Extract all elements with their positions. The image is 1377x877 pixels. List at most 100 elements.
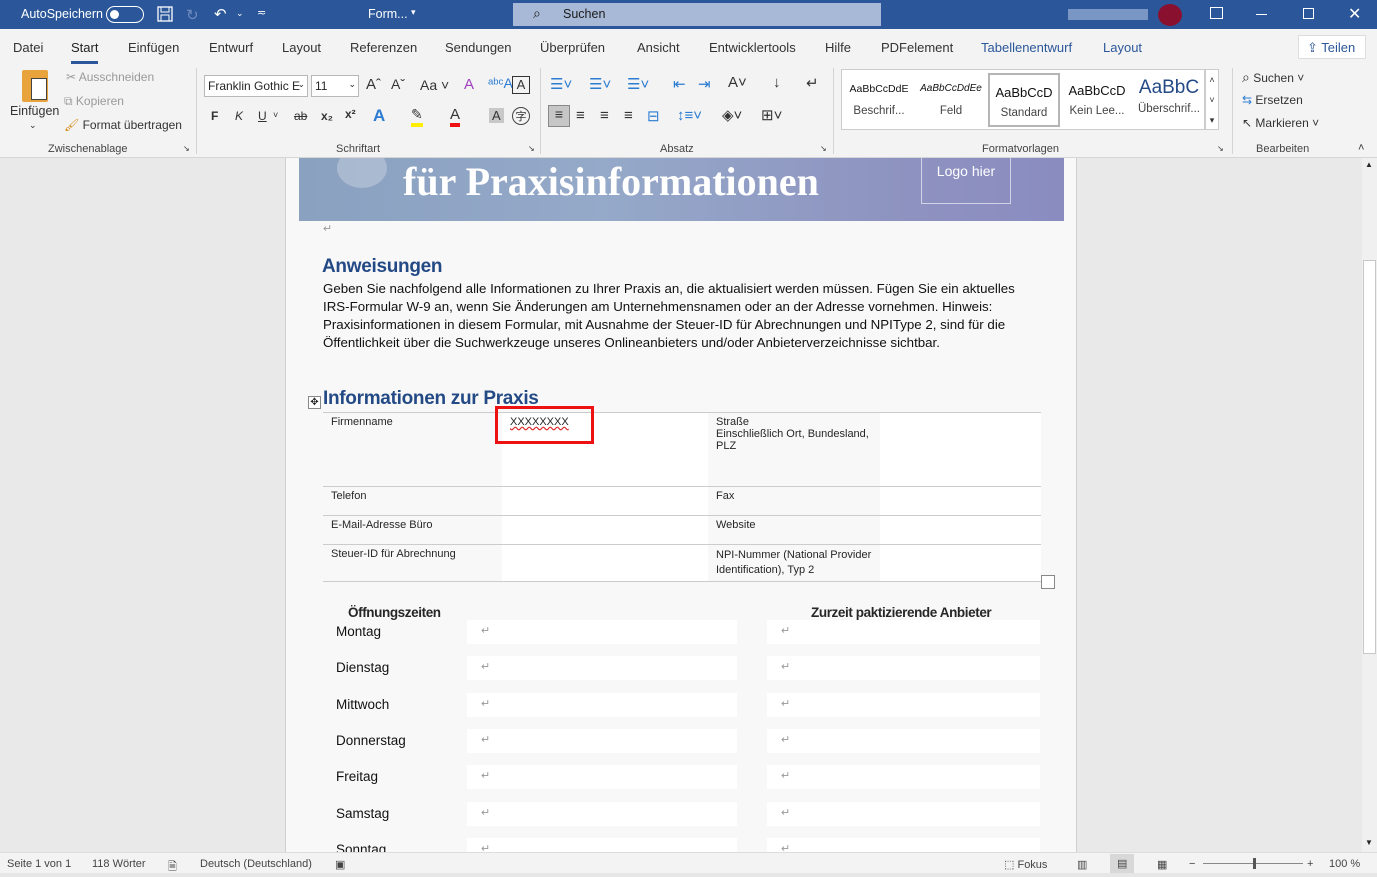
share-button[interactable]: ⇪ Teilen	[1298, 35, 1366, 59]
copy-button[interactable]: ⧉ Kopieren	[64, 94, 124, 109]
style-kein-leerraum[interactable]: AaBbCcD Kein Lee...	[1061, 73, 1133, 127]
character-border-icon[interactable]: A	[512, 76, 530, 94]
tab-hilfe[interactable]: Hilfe	[825, 40, 851, 55]
styles-launcher-icon[interactable]: ↘	[1217, 144, 1224, 153]
zoom-level[interactable]: 100 %	[1329, 858, 1360, 870]
borders-icon[interactable]: ⊞˅	[761, 106, 782, 124]
decrease-indent-icon[interactable]: ⇤	[673, 75, 686, 93]
tab-tabellenentwurf[interactable]: Tabellenentwurf	[981, 40, 1072, 55]
underline-dropdown-icon[interactable]: ˅	[273, 110, 278, 120]
provider-field[interactable]: ↵	[767, 801, 1040, 826]
provider-field[interactable]: ↵	[767, 656, 1040, 681]
hours-field[interactable]: ↵	[467, 728, 737, 753]
tax-id-field[interactable]	[502, 544, 708, 582]
italic-button[interactable]: K	[235, 109, 243, 123]
highlight-color-icon[interactable]: ✎	[411, 106, 423, 127]
bold-button[interactable]: F	[211, 109, 218, 123]
font-color-icon[interactable]: A	[450, 106, 461, 127]
provider-field[interactable]: ↵	[767, 692, 1040, 717]
table-resize-handle[interactable]	[1041, 575, 1055, 589]
redo-icon[interactable]: ↻	[186, 6, 199, 24]
character-shading-icon[interactable]: A	[489, 108, 504, 123]
tab-entwurf[interactable]: Entwurf	[209, 40, 253, 55]
tab-table-layout[interactable]: Layout	[1103, 40, 1142, 55]
hours-field[interactable]: ↵	[467, 801, 737, 826]
hours-field[interactable]: ↵	[467, 837, 737, 852]
word-count[interactable]: 118 Wörter	[92, 858, 146, 870]
page-count[interactable]: Seite 1 von 1	[7, 858, 71, 870]
font-name-select[interactable]: Franklin Gothic E ⌄	[204, 75, 308, 97]
print-layout-icon[interactable]: ▤	[1110, 854, 1135, 873]
email-field[interactable]	[502, 515, 708, 545]
font-size-select[interactable]: 11 ⌄	[311, 75, 359, 97]
subscript-icon[interactable]: x₂	[321, 109, 333, 123]
tab-ansicht[interactable]: Ansicht	[637, 40, 680, 55]
format-painter-button[interactable]: 🖌 Format übertragen	[64, 118, 182, 132]
paste-dropdown-icon[interactable]: ⌄	[29, 120, 37, 131]
tab-sendungen[interactable]: Sendungen	[445, 40, 512, 55]
maximize-icon[interactable]	[1303, 8, 1314, 19]
shrink-font-icon[interactable]: Aˇ	[391, 76, 405, 92]
scroll-up-icon[interactable]: ▲	[1365, 160, 1373, 169]
tab-start[interactable]: Start	[71, 40, 99, 64]
show-formatting-icon[interactable]: ↵	[806, 74, 819, 92]
bullets-icon[interactable]: ☰˅	[550, 75, 572, 93]
style-standard[interactable]: AaBbCcD Standard	[988, 73, 1060, 127]
focus-button[interactable]: ⬚ Fokus	[1004, 858, 1047, 871]
line-spacing-icon[interactable]: ↕≡˅	[677, 107, 702, 124]
hours-field[interactable]: ↵	[467, 692, 737, 717]
sort-icon[interactable]: ↓	[773, 74, 781, 91]
document-title[interactable]: Form...	[368, 7, 408, 21]
paragraph-launcher-icon[interactable]: ↘	[820, 144, 827, 153]
website-field[interactable]	[880, 515, 1041, 545]
accessibility-icon[interactable]: ▣	[335, 858, 345, 871]
paste-icon[interactable]	[22, 70, 48, 102]
scroll-down-icon[interactable]: ▼	[1365, 838, 1373, 847]
scrollbar-thumb[interactable]	[1363, 260, 1376, 654]
tab-referenzen[interactable]: Referenzen	[350, 40, 417, 55]
customize-toolbar-icon[interactable]: ≂	[257, 6, 266, 19]
logo-placeholder[interactable]: Logo hier	[921, 158, 1011, 204]
provider-field[interactable]: ↵	[767, 728, 1040, 753]
styles-scroll-buttons[interactable]: ˄ ˅ ▾	[1205, 69, 1219, 130]
text-effects-icon[interactable]: A	[373, 106, 385, 126]
align-center-icon[interactable]: ≡	[576, 107, 585, 124]
style-beschriftung[interactable]: AaBbCcDdE Beschrif...	[843, 73, 915, 127]
web-layout-icon[interactable]: ▦	[1157, 858, 1167, 871]
cut-button[interactable]: ✂ Ausschneiden	[66, 70, 154, 84]
zoom-in-button[interactable]: +	[1307, 858, 1313, 870]
tab-ueberpruefen[interactable]: Überprüfen	[540, 40, 605, 55]
tab-einfuegen[interactable]: Einfügen	[128, 40, 179, 55]
document-page[interactable]: für Praxisinformationen Logo hier ↵ Anwe…	[285, 158, 1077, 852]
find-button[interactable]: ⌕ Suchen ˅	[1242, 69, 1304, 86]
hours-field[interactable]: ↵	[467, 656, 737, 681]
multilevel-list-icon[interactable]: ☰˅	[627, 75, 649, 93]
numbering-icon[interactable]: ☰˅	[589, 75, 611, 93]
title-dropdown-icon[interactable]: ▾	[411, 7, 416, 18]
zoom-slider-thumb[interactable]	[1253, 858, 1256, 869]
close-icon[interactable]: ✕	[1348, 4, 1361, 24]
tab-entwicklertools[interactable]: Entwicklertools	[709, 40, 796, 55]
paste-button[interactable]: Einfügen	[10, 104, 59, 118]
enclose-characters-icon[interactable]: 字	[512, 107, 530, 125]
change-case-button[interactable]: Aa ˅	[420, 77, 449, 93]
tab-datei[interactable]: Datei	[13, 40, 43, 55]
font-launcher-icon[interactable]: ↘	[528, 144, 535, 153]
search-box[interactable]: ⌕ Suchen	[513, 3, 881, 26]
save-icon[interactable]	[157, 6, 173, 22]
grow-font-icon[interactable]: Aˆ	[366, 76, 381, 93]
underline-button[interactable]: U	[258, 109, 267, 123]
tab-pdfelement[interactable]: PDFelement	[881, 40, 953, 55]
read-mode-icon[interactable]: ▥	[1077, 858, 1087, 871]
superscript-icon[interactable]: x²	[345, 107, 356, 121]
npi-field[interactable]	[880, 544, 1041, 582]
table-move-handle[interactable]: ✥	[308, 396, 321, 409]
clear-formatting-icon[interactable]: A	[464, 76, 474, 93]
style-feld[interactable]: AaBbCcDdEe Feld	[915, 73, 987, 127]
street-field[interactable]	[880, 412, 1041, 487]
collapse-ribbon-icon[interactable]: ˄	[1358, 142, 1364, 154]
undo-dropdown-icon[interactable]: ⌄	[236, 8, 244, 19]
shading-icon[interactable]: ◈˅	[722, 106, 742, 124]
avatar[interactable]	[1158, 4, 1182, 26]
provider-field[interactable]: ↵	[767, 620, 1040, 644]
